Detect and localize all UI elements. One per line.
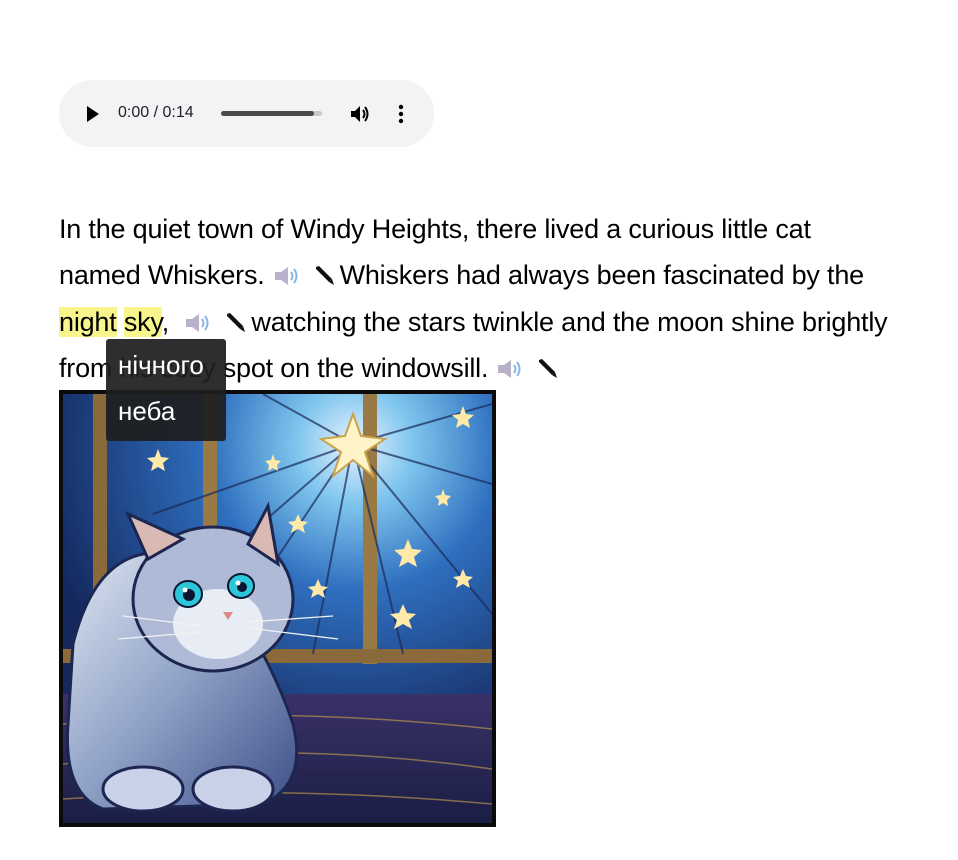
- speaker-icon[interactable]: [496, 357, 526, 381]
- story-comma: ,: [161, 306, 177, 337]
- translation-tooltip: нічного неба: [106, 339, 226, 441]
- tooltip-line-2: неба: [118, 396, 176, 426]
- pencil-icon[interactable]: [224, 311, 246, 333]
- highlight-word-night[interactable]: night: [59, 306, 117, 337]
- audio-seek-fill: [221, 111, 314, 116]
- audio-seek-bar[interactable]: [221, 111, 322, 116]
- pencil-icon[interactable]: [313, 264, 335, 286]
- audio-player[interactable]: 0:00 / 0:14: [59, 80, 434, 147]
- volume-icon[interactable]: [349, 103, 371, 125]
- more-vert-icon[interactable]: [393, 103, 409, 125]
- story-illustration: [59, 390, 496, 827]
- pencil-icon[interactable]: [536, 357, 558, 379]
- highlight-word-sky[interactable]: sky: [123, 306, 162, 337]
- speaker-icon[interactable]: [184, 311, 214, 335]
- stained-glass-cat-image: [63, 394, 492, 823]
- play-icon[interactable]: [85, 104, 101, 124]
- speaker-icon[interactable]: [273, 264, 303, 288]
- story-sentence-2: Whiskers had always been fascinated by t…: [339, 260, 865, 291]
- tooltip-line-1: нічного: [118, 350, 204, 380]
- audio-time: 0:00 / 0:14: [118, 104, 194, 121]
